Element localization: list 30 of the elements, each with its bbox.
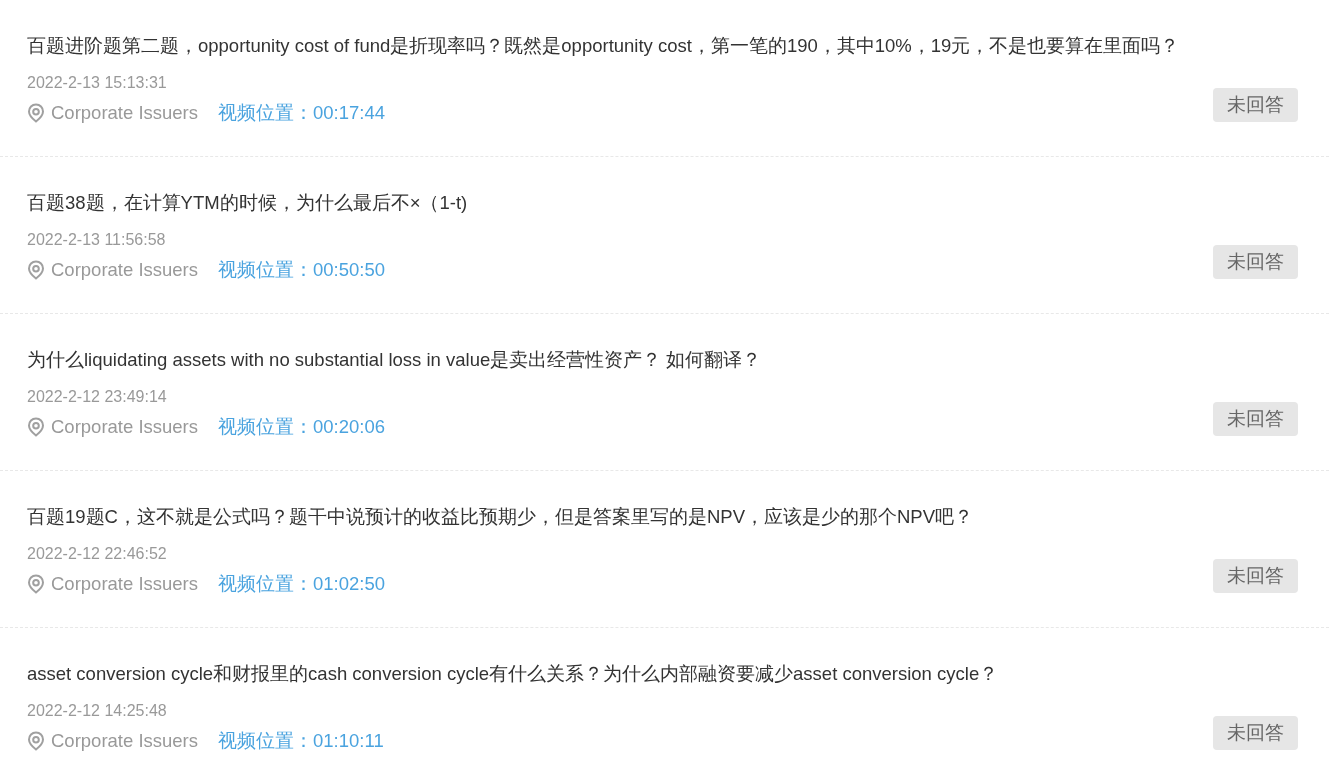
status-badge: 未回答 — [1213, 402, 1298, 436]
subject-label: Corporate Issuers — [51, 572, 199, 596]
status-badge: 未回答 — [1213, 245, 1298, 279]
status-badge: 未回答 — [1213, 716, 1298, 750]
subject-label: Corporate Issuers — [51, 415, 199, 439]
location-pin-icon — [27, 731, 45, 751]
video-position-link[interactable]: 视频位置：00:17:44 — [218, 101, 386, 125]
location-pin-icon — [27, 103, 45, 123]
question-date: 2022-2-12 14:25:48 — [27, 701, 168, 721]
video-position-link[interactable]: 视频位置：00:50:50 — [218, 258, 386, 282]
status-badge: 未回答 — [1213, 88, 1298, 122]
question-text: 为什么liquidating assets with no substantial loss in value是卖出经营性资产？ 如何翻译？ — [27, 348, 763, 372]
question-date: 2022-2-13 11:56:58 — [27, 230, 167, 250]
question-text: 百题38题，在计算YTM的时候，为什么最后不×（1-t) — [27, 191, 469, 215]
location-pin-icon — [27, 260, 45, 280]
question-text: asset conversion cycle和财报里的cash conversion cycle有什么关系？为什么内部融资要减少asset conversion cycle？ — [27, 662, 1000, 686]
question-text: 百题19题C，这不就是公式吗？题干中说预计的收益比预期少，但是答案里写的是NPV，应该是少的那个NPV吧？ — [27, 505, 974, 529]
subject-label: Corporate Issuers — [51, 258, 199, 282]
question-text: 百题进阶题第二题，opportunity cost of fund是折现率吗？既然是opportunity cost，第一笔的190，其中10%，19元，不是也要算在里面吗？ — [27, 34, 1181, 58]
video-position-link[interactable]: 视频位置：01:10:11 — [218, 729, 384, 753]
question-date: 2022-2-13 15:13:31 — [27, 73, 168, 93]
subject-label: Corporate Issuers — [51, 101, 199, 125]
status-badge: 未回答 — [1213, 559, 1298, 593]
subject-label: Corporate Issuers — [51, 729, 199, 753]
video-position-link[interactable]: 视频位置：00:20:06 — [218, 415, 386, 439]
location-pin-icon — [27, 417, 45, 437]
question-date: 2022-2-12 23:49:14 — [27, 387, 168, 407]
question-date: 2022-2-12 22:46:52 — [27, 544, 168, 564]
location-pin-icon — [27, 574, 45, 594]
video-position-link[interactable]: 视频位置：01:02:50 — [218, 572, 386, 596]
